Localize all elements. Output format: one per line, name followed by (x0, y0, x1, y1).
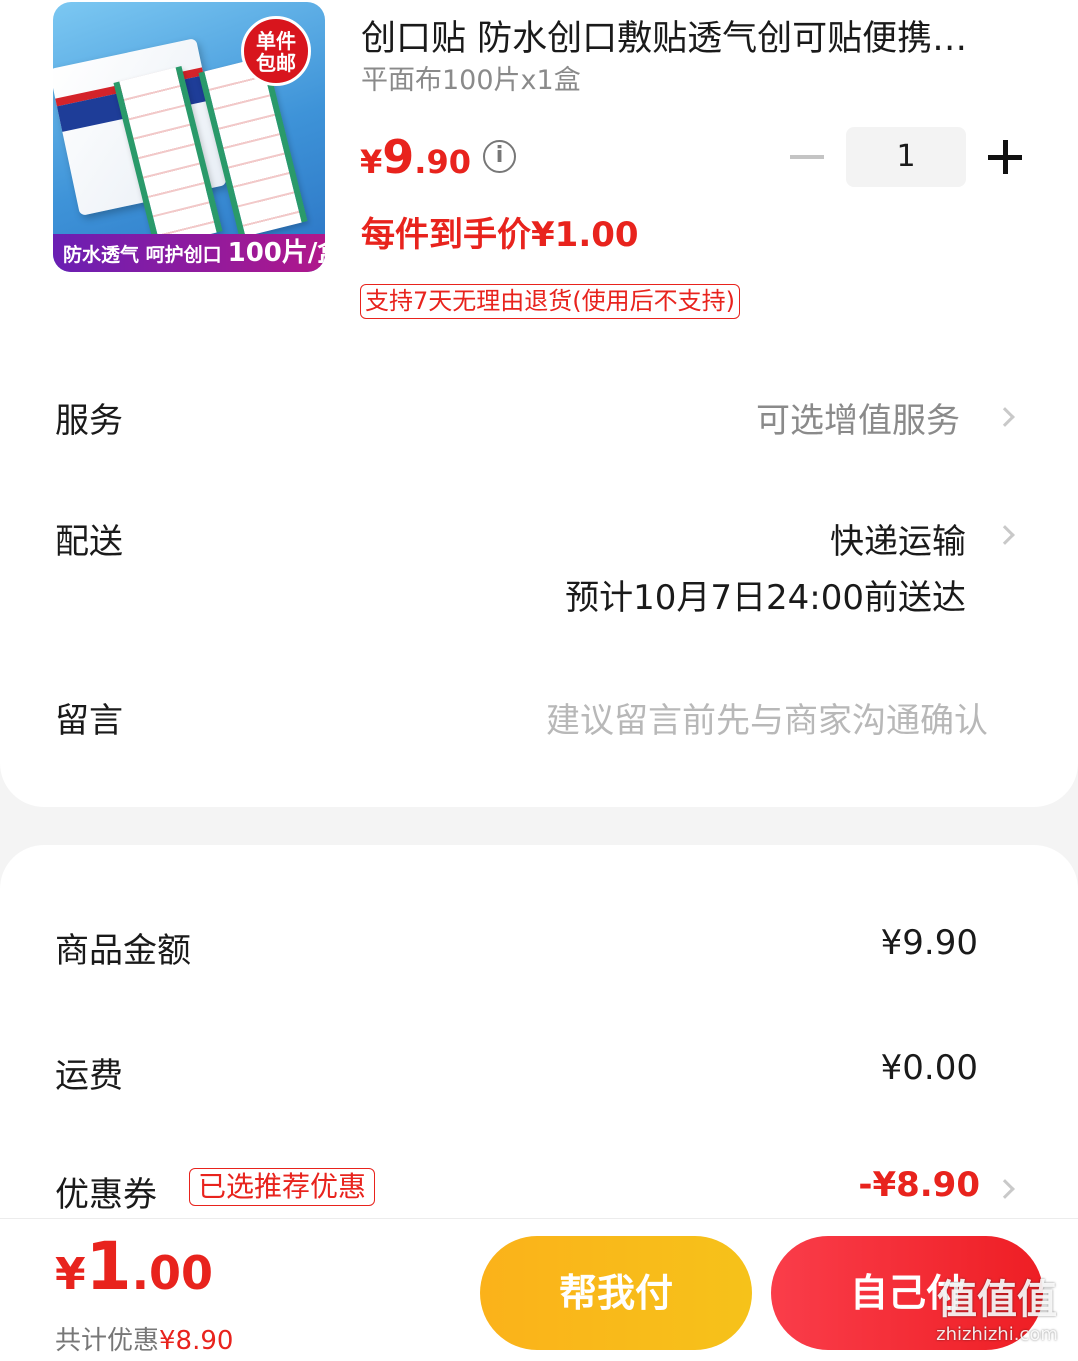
product-image-banner: 防水透气 呵护创口100片/盒 (53, 234, 325, 272)
shipping-fee-label: 运费 (55, 1056, 123, 1096)
product-title: 创口贴 防水创口敷贴透气创可贴便携家用止血贴 (361, 19, 1001, 59)
per-item-price: 每件到手价¥1.00 (361, 215, 639, 255)
coupon-value[interactable]: -¥8.90 (858, 1165, 980, 1205)
delivery-label: 配送 (55, 522, 123, 562)
service-value[interactable]: 可选增值服务 (756, 393, 960, 442)
message-input[interactable]: 建议留言前先与商家沟通确认 (546, 693, 988, 742)
delivery-eta: 预计10月7日24:00前送达 (565, 578, 966, 618)
delivery-value[interactable]: 快递运输 (830, 514, 966, 563)
free-shipping-badge: 单件 包邮 (241, 16, 311, 86)
help-pay-button[interactable]: 帮我付 (480, 1236, 752, 1350)
watermark: 值值值 zhizhizhi.com (936, 1277, 1058, 1345)
quantity-minus-button[interactable] (790, 155, 824, 159)
total-price: ¥1.00 (55, 1228, 214, 1305)
product-spec[interactable]: 平面布100片x1盒 (361, 58, 581, 97)
quantity-input[interactable]: 1 (846, 127, 966, 187)
quantity-plus-button[interactable] (988, 140, 1022, 174)
coupon-label: 优惠券 (55, 1175, 157, 1215)
shipping-fee-value: ¥0.00 (880, 1048, 978, 1088)
goods-amount-label: 商品金额 (55, 931, 191, 971)
total-discount: 共计优惠¥8.90 (55, 1326, 234, 1356)
goods-amount-value: ¥9.90 (880, 923, 978, 963)
product-image[interactable]: 单件 包邮 防水透气 呵护创口100片/盒 (53, 2, 325, 272)
service-label: 服务 (55, 401, 123, 441)
return-policy-tag: 支持7天无理由退货(使用后不支持) (360, 284, 740, 319)
coupon-tag: 已选推荐优惠 (189, 1168, 376, 1206)
product-price: ¥9.90 (360, 130, 471, 184)
message-label: 留言 (55, 701, 123, 741)
info-icon[interactable]: i (483, 140, 516, 173)
